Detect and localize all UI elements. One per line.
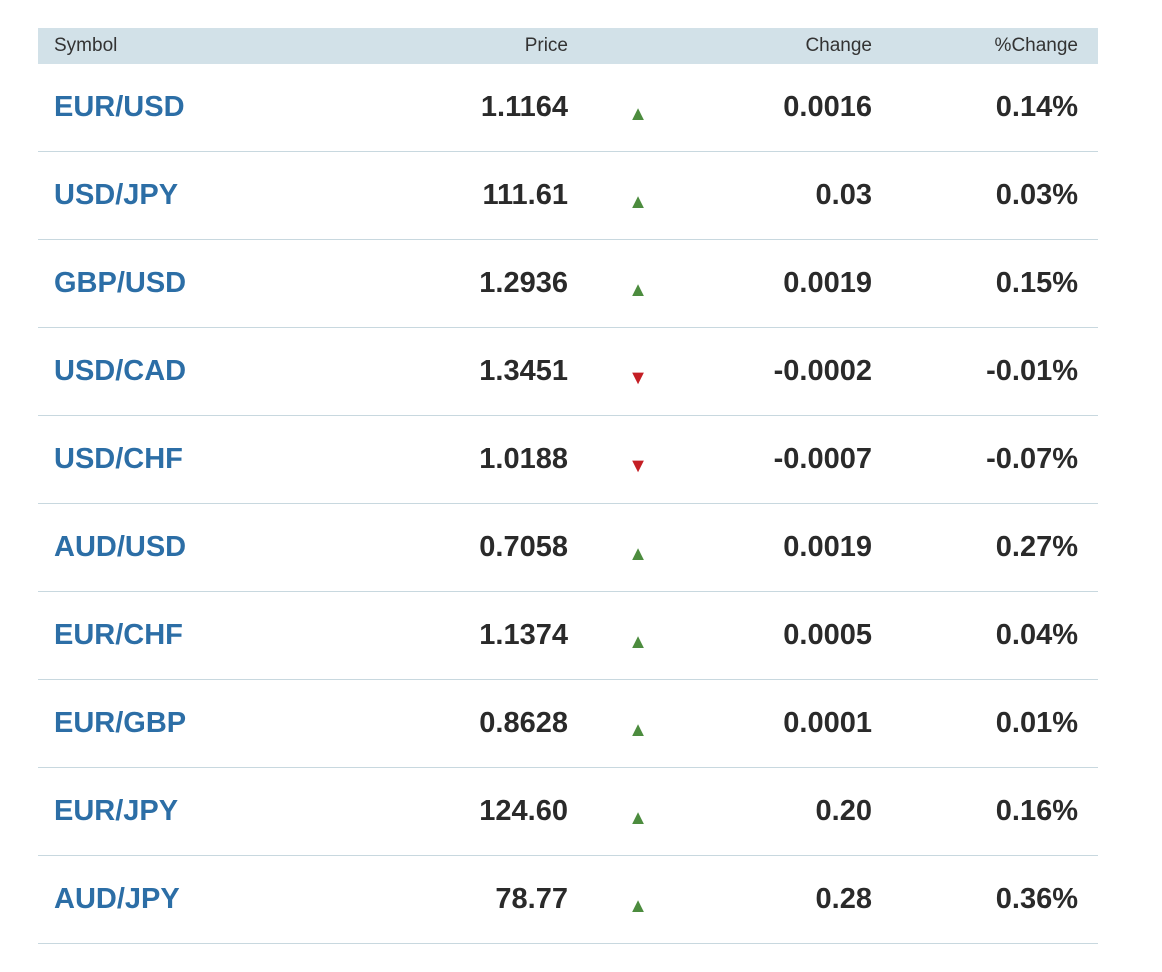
pct-change-cell: 0.16% <box>995 795 1078 827</box>
symbol-link[interactable]: EUR/JPY <box>54 795 178 827</box>
symbol-cell: AUD/USD <box>38 531 338 564</box>
symbol-link[interactable]: USD/CHF <box>54 443 183 475</box>
header-change[interactable]: Change <box>708 35 872 57</box>
price-cell: 1.3451 <box>479 355 568 387</box>
pct-change-cell: 0.36% <box>995 883 1078 915</box>
symbol-cell: EUR/JPY <box>38 795 338 828</box>
price-cell: 78.77 <box>495 883 568 915</box>
price-cell: 0.7058 <box>479 531 568 563</box>
pct-change-cell: 0.03% <box>995 179 1078 211</box>
change-cell: 0.0005 <box>783 619 872 651</box>
up-arrow-icon: ▲ <box>628 719 648 741</box>
up-arrow-icon: ▲ <box>628 279 648 301</box>
table-header: Symbol Price Change %Change <box>38 28 1098 64</box>
symbol-cell: USD/CAD <box>38 355 338 388</box>
symbol-link[interactable]: AUD/USD <box>54 531 186 563</box>
pct-change-cell: 0.14% <box>995 91 1078 123</box>
direction-cell: ▼ <box>568 355 708 389</box>
change-cell: -0.0007 <box>773 443 872 475</box>
change-cell: 0.20 <box>815 795 872 827</box>
symbol-cell: USD/CHF <box>38 443 338 476</box>
table-row[interactable]: AUD/JPY 78.77 ▲ 0.28 0.36% <box>38 856 1098 944</box>
symbol-link[interactable]: AUD/JPY <box>54 883 180 915</box>
change-cell: 0.0019 <box>783 531 872 563</box>
down-arrow-icon: ▼ <box>628 367 648 389</box>
pct-change-cell: -0.01% <box>986 355 1078 387</box>
symbol-link[interactable]: GBP/USD <box>54 267 186 299</box>
up-arrow-icon: ▲ <box>628 895 648 917</box>
direction-cell: ▲ <box>568 179 708 213</box>
price-cell: 111.61 <box>482 179 569 211</box>
pct-change-cell: 0.15% <box>995 267 1078 299</box>
symbol-link[interactable]: EUR/CHF <box>54 619 183 651</box>
pct-change-cell: -0.07% <box>986 443 1078 475</box>
direction-cell: ▲ <box>568 883 708 917</box>
forex-quotes-table: Symbol Price Change %Change EUR/USD 1.116… <box>38 28 1098 944</box>
change-cell: 0.28 <box>815 883 872 915</box>
header-symbol[interactable]: Symbol <box>38 35 338 57</box>
pct-change-cell: 0.01% <box>995 707 1078 739</box>
direction-cell: ▲ <box>568 91 708 125</box>
direction-cell: ▲ <box>568 707 708 741</box>
up-arrow-icon: ▲ <box>628 543 648 565</box>
change-cell: 0.03 <box>815 179 872 211</box>
table-row[interactable]: EUR/GBP 0.8628 ▲ 0.0001 0.01% <box>38 680 1098 768</box>
direction-cell: ▲ <box>568 795 708 829</box>
symbol-cell: GBP/USD <box>38 267 338 300</box>
price-cell: 1.1374 <box>479 619 568 651</box>
change-cell: 0.0001 <box>783 707 872 739</box>
table-row[interactable]: GBP/USD 1.2936 ▲ 0.0019 0.15% <box>38 240 1098 328</box>
down-arrow-icon: ▼ <box>628 455 648 477</box>
symbol-cell: USD/JPY <box>38 179 338 212</box>
change-cell: 0.0019 <box>783 267 872 299</box>
price-cell: 0.8628 <box>479 707 568 739</box>
table-row[interactable]: EUR/USD 1.1164 ▲ 0.0016 0.14% <box>38 64 1098 152</box>
up-arrow-icon: ▲ <box>628 807 648 829</box>
pct-change-cell: 0.27% <box>995 531 1078 563</box>
table-row[interactable]: USD/CHF 1.0188 ▼ -0.0007 -0.07% <box>38 416 1098 504</box>
price-cell: 1.1164 <box>480 91 568 123</box>
symbol-cell: AUD/JPY <box>38 883 338 916</box>
price-cell: 1.2936 <box>479 267 568 299</box>
header-price[interactable]: Price <box>338 35 568 57</box>
symbol-link[interactable]: USD/CAD <box>54 355 186 387</box>
change-cell: 0.0016 <box>783 91 872 123</box>
header-pct-change[interactable]: %Change <box>872 35 1078 57</box>
symbol-link[interactable]: EUR/USD <box>54 91 185 123</box>
symbol-link[interactable]: USD/JPY <box>54 179 178 211</box>
direction-cell: ▲ <box>568 619 708 653</box>
direction-cell: ▲ <box>568 267 708 301</box>
price-cell: 124.60 <box>479 795 568 827</box>
price-cell: 1.0188 <box>479 443 568 475</box>
up-arrow-icon: ▲ <box>628 191 648 213</box>
symbol-cell: EUR/CHF <box>38 619 338 652</box>
symbol-cell: EUR/GBP <box>38 707 338 740</box>
table-row[interactable]: AUD/USD 0.7058 ▲ 0.0019 0.27% <box>38 504 1098 592</box>
pct-change-cell: 0.04% <box>995 619 1078 651</box>
table-row[interactable]: USD/CAD 1.3451 ▼ -0.0002 -0.01% <box>38 328 1098 416</box>
table-row[interactable]: EUR/CHF 1.1374 ▲ 0.0005 0.04% <box>38 592 1098 680</box>
table-row[interactable]: USD/JPY 111.61 ▲ 0.03 0.03% <box>38 152 1098 240</box>
symbol-cell: EUR/USD <box>38 91 338 124</box>
symbol-link[interactable]: EUR/GBP <box>54 707 186 739</box>
up-arrow-icon: ▲ <box>628 103 648 125</box>
direction-cell: ▲ <box>568 531 708 565</box>
up-arrow-icon: ▲ <box>628 631 648 653</box>
change-cell: -0.0002 <box>773 355 872 387</box>
table-row[interactable]: EUR/JPY 124.60 ▲ 0.20 0.16% <box>38 768 1098 856</box>
table-body: EUR/USD 1.1164 ▲ 0.0016 0.14% USD/JPY 111.61 ▲ 0… <box>38 64 1098 944</box>
direction-cell: ▼ <box>568 443 708 477</box>
